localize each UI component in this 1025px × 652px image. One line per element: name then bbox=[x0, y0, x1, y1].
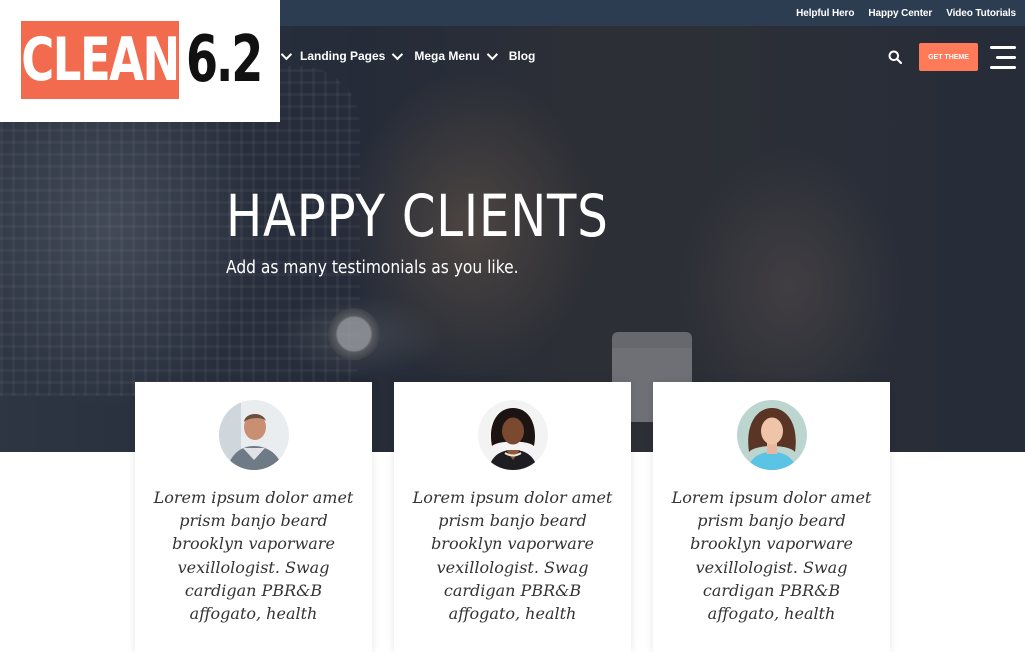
hero-title: HAPPY CLIENTS bbox=[226, 182, 609, 250]
avatar bbox=[478, 400, 548, 470]
video-tutorials-link[interactable]: Video Tutorials bbox=[946, 8, 1016, 19]
chevron-down-icon bbox=[486, 48, 498, 61]
helpful-hero-link[interactable]: Helpful Hero bbox=[796, 8, 854, 19]
logo-version-text: 6.2 bbox=[186, 23, 263, 97]
avatar bbox=[737, 400, 807, 470]
testimonial-card: Lorem ipsum dolor amet prism banjo beard… bbox=[135, 382, 372, 652]
chevron-down-icon bbox=[392, 48, 404, 61]
main-nav: Landing Pages Mega Menu Blog bbox=[300, 42, 535, 70]
testimonial-quote: Lorem ipsum dolor amet prism banjo beard… bbox=[412, 488, 613, 624]
search-icon[interactable] bbox=[888, 50, 902, 64]
hero-subtitle: Add as many testimonials as you like. bbox=[226, 257, 519, 278]
site-logo[interactable]: CLEAN 6.2 bbox=[0, 0, 280, 122]
testimonial-quote: Lorem ipsum dolor amet prism banjo beard… bbox=[153, 488, 354, 624]
avatar bbox=[219, 400, 289, 470]
nav-item-label: Blog bbox=[508, 49, 536, 63]
logo-brand-block: CLEAN bbox=[21, 21, 180, 99]
logo-brand-text: CLEAN bbox=[21, 25, 180, 95]
utility-links: Helpful Hero Happy Center Video Tutorial… bbox=[796, 0, 1016, 26]
logo-version-block: 6.2 bbox=[186, 21, 290, 99]
nav-item-landing-pages[interactable]: Landing Pages bbox=[300, 48, 404, 63]
nav-item-mega-menu[interactable]: Mega Menu bbox=[414, 48, 498, 63]
nav-item-label: Mega Menu bbox=[414, 49, 480, 63]
hamburger-menu-icon[interactable] bbox=[990, 46, 1016, 70]
testimonial-card: Lorem ipsum dolor amet prism banjo beard… bbox=[653, 382, 890, 652]
nav-item-label: Landing Pages bbox=[300, 49, 386, 63]
nav-item-blog[interactable]: Blog bbox=[509, 49, 536, 63]
testimonial-card: Lorem ipsum dolor amet prism banjo beard… bbox=[394, 382, 631, 652]
get-theme-button[interactable]: GET THEME bbox=[919, 43, 978, 71]
testimonial-quote: Lorem ipsum dolor amet prism banjo beard… bbox=[671, 488, 872, 624]
happy-center-link[interactable]: Happy Center bbox=[868, 8, 932, 19]
